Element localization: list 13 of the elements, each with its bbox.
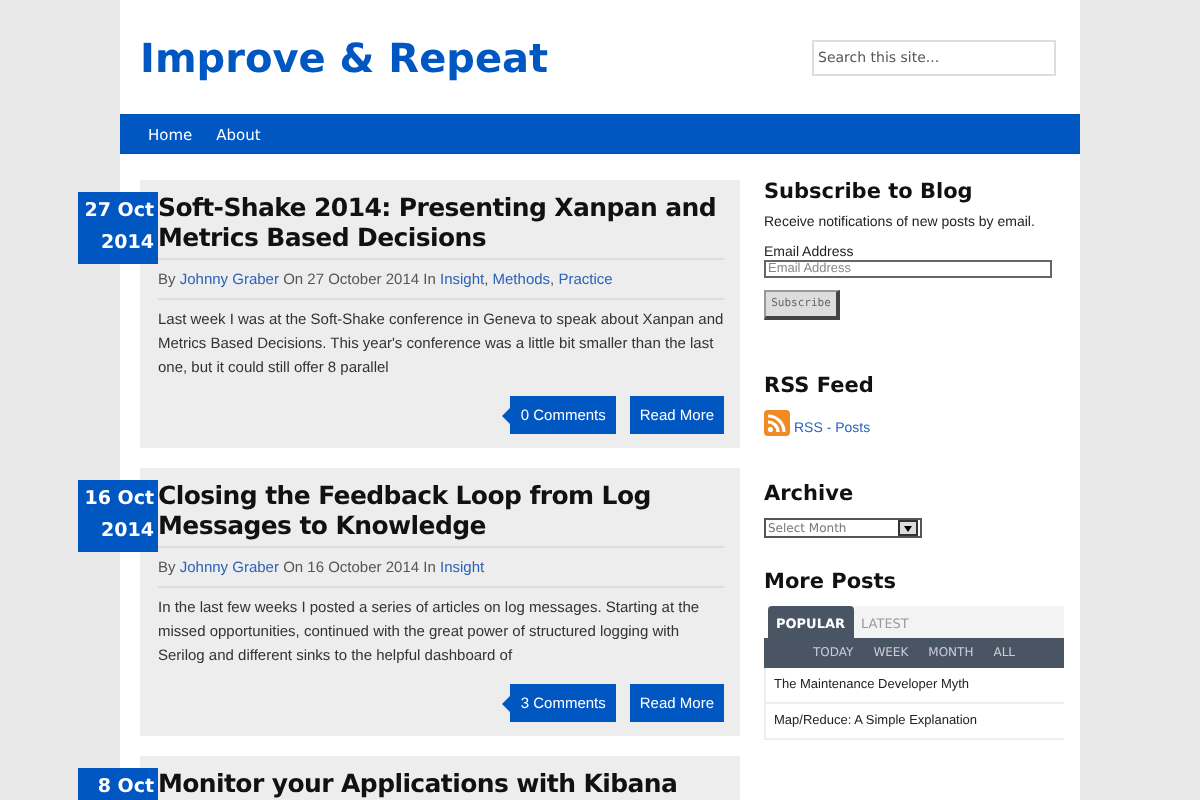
rss-icon	[764, 410, 790, 436]
widget-heading: Archive	[764, 482, 856, 506]
date-badge: 8 Oct	[78, 768, 158, 800]
post-title[interactable]: Soft-Shake 2014: Presenting Xanpan and Metrics Based Decisions	[158, 192, 724, 260]
date-badge: 27 Oct 2014	[78, 192, 158, 264]
post-title[interactable]: Closing the Feedback Loop from Log Messages to Knowledge	[158, 480, 724, 548]
post-title[interactable]: Monitor your Applications with Kibana	[158, 768, 724, 800]
caret-icon	[904, 525, 912, 531]
site-title: Improve & Repeat	[140, 33, 549, 81]
widget-heading: More Posts	[764, 570, 899, 594]
date-badge: 16 Oct 2014	[78, 480, 158, 552]
widget-heading: RSS Feed	[764, 374, 876, 398]
widget-heading: Subscribe to Blog	[764, 180, 975, 204]
